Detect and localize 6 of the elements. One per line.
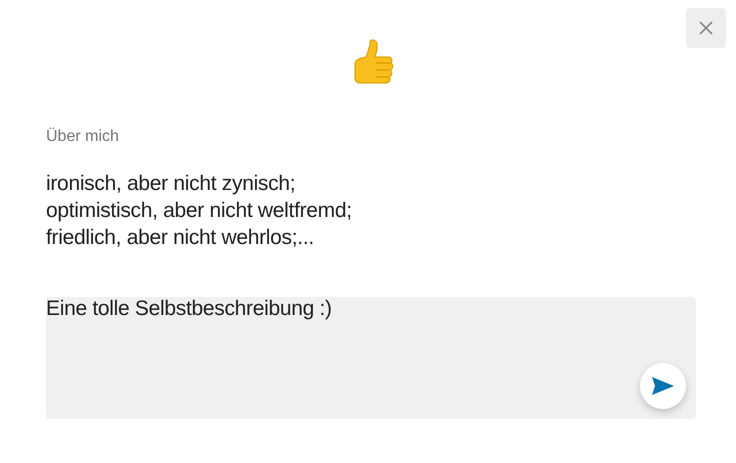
close-icon xyxy=(699,21,713,35)
section-heading: Über mich xyxy=(46,128,120,146)
send-icon xyxy=(652,377,674,395)
about-text: ironisch, aber nicht zynisch; optimistisch, aber nicht weltfremd; friedlich, aber nicht wehrlos;... xyxy=(46,171,353,251)
comment-field[interactable]: Eine tolle Selbstbeschreibung :) xyxy=(46,297,696,419)
close-button[interactable] xyxy=(686,8,726,48)
